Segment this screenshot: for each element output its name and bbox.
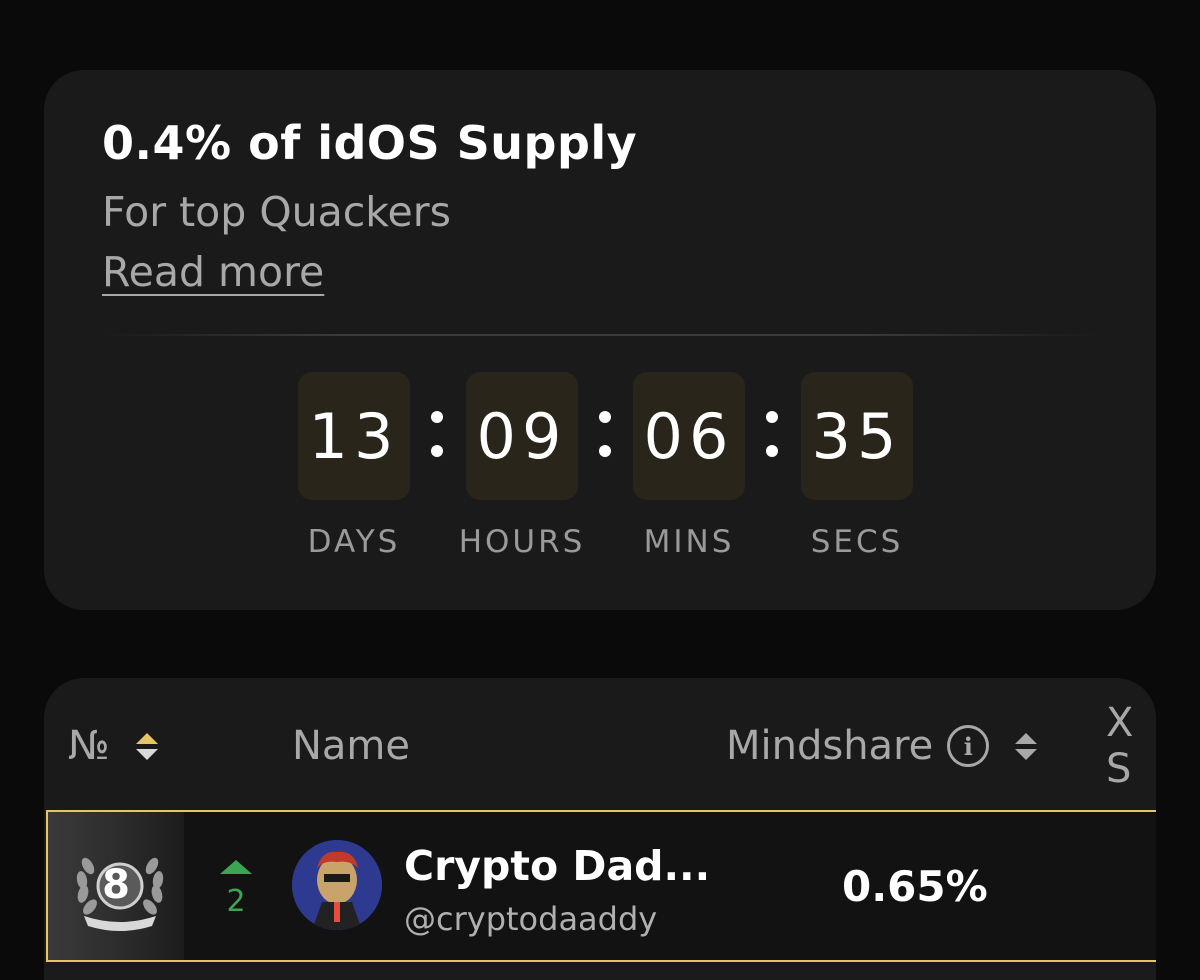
avatar[interactable] [292,840,382,930]
user-handle: @cryptodaaddy [404,900,658,938]
label-mins: MINS [643,524,735,560]
table-row[interactable]: 8 2 Crypto Dad... @cryptodaaddy 0.65% [46,810,1156,962]
label-days: DAYS [307,524,401,560]
promo-title: 0.4% of idOS Supply [102,116,638,170]
user-name[interactable]: Crypto Dad... [404,842,710,890]
arrow-up-icon [220,860,252,874]
countdown-secs: 35 [801,372,913,500]
promo-subtitle: For top Quackers [102,188,451,236]
divider [102,334,1102,336]
sort-icon[interactable] [135,732,158,760]
rank-change: 2 [218,860,254,919]
header-mindshare-label: Mindshare [726,723,934,769]
header-mindshare[interactable]: Mindshare i [726,718,1038,774]
header-rank[interactable]: № [68,718,158,774]
mindshare-value: 0.65% [842,862,988,911]
colon-separator [757,394,787,474]
label-hours: HOURS [458,524,586,560]
colon-separator [422,394,452,474]
countdown-days: 13 [298,372,410,500]
rank-cell: 8 [48,812,184,960]
countdown-timer: 13 09 06 35 DAYS HOURS MINS SECS [298,372,918,572]
sort-icon[interactable] [1015,732,1038,760]
rank-number: 8 [102,862,130,908]
read-more-link[interactable]: Read more [102,248,324,296]
header-name: Name [292,723,411,769]
rank-change-value: 2 [226,884,246,919]
countdown-hours: 09 [466,372,578,500]
header-x-score[interactable]: X S [1106,700,1156,792]
colon-separator [590,394,620,474]
table-row[interactable] [44,968,1156,980]
info-icon[interactable]: i [947,725,990,767]
countdown-mins: 06 [633,372,745,500]
header-rank-label: № [68,723,110,769]
label-secs: SECS [810,524,904,560]
promo-card: 0.4% of idOS Supply For top Quackers Rea… [44,70,1156,610]
avatar-image [292,840,382,930]
leaderboard-table: № Name Mindshare i X S 8 2 Crypto Dad...… [44,678,1156,980]
